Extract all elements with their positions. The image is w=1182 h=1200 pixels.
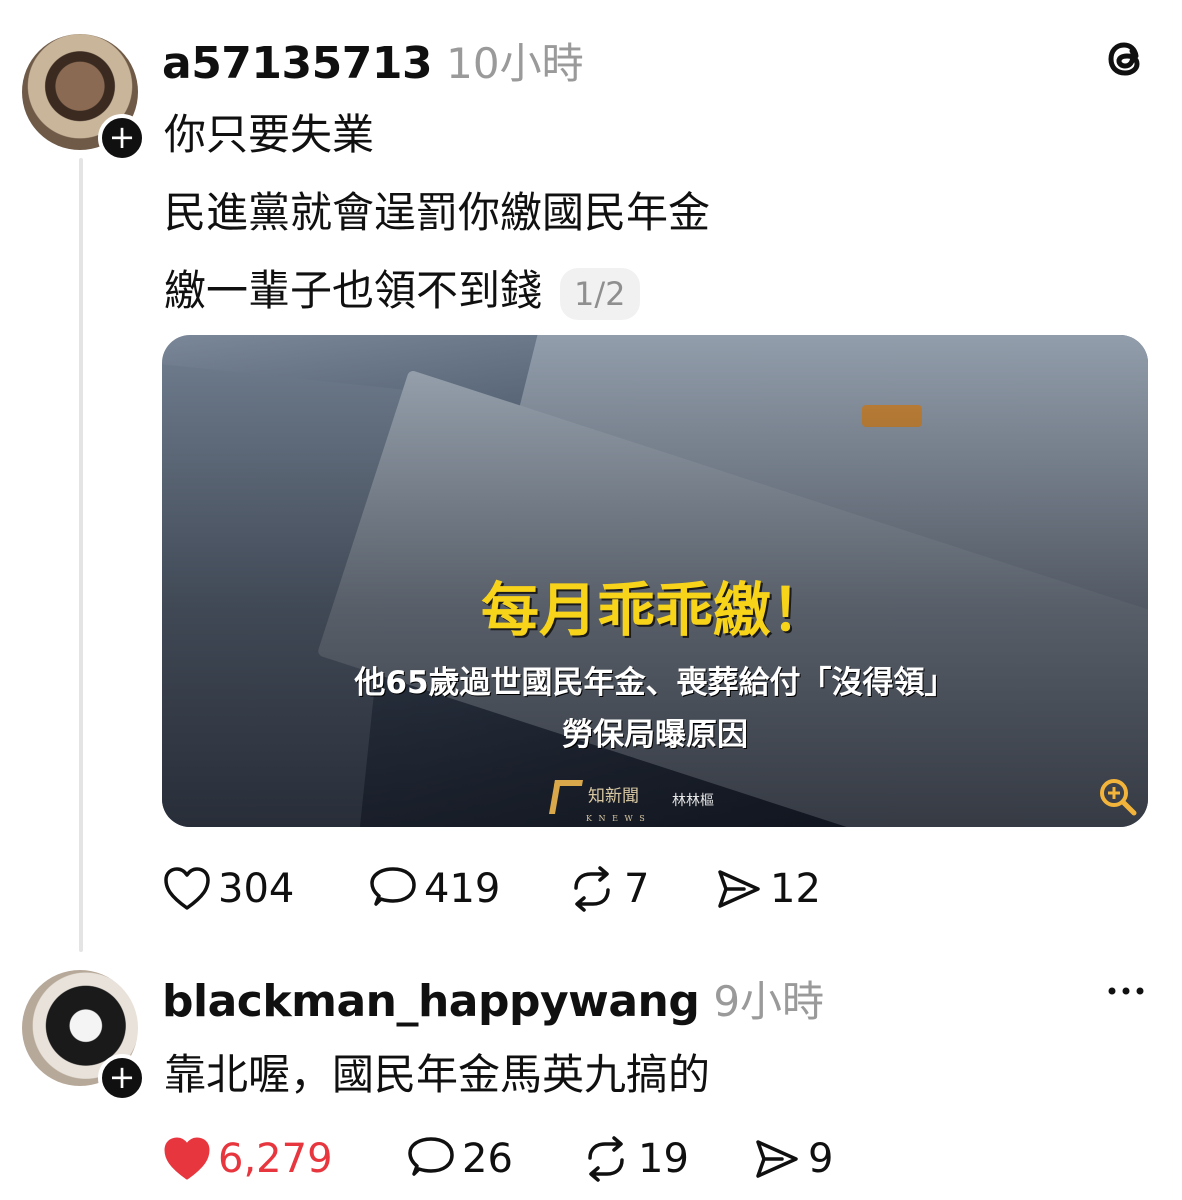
post-text-line: 你只要失業 — [164, 110, 375, 159]
share-icon — [756, 1140, 798, 1178]
repost-count: 19 — [638, 1136, 689, 1182]
post-text-line-with-pager: 繳一輩子也領不到錢 1/2 — [164, 252, 710, 330]
share-count: 9 — [808, 1136, 834, 1182]
brand-logo: 知新聞 K N E W S — [549, 780, 647, 823]
image-subline: 勞保局曝原因 — [562, 717, 748, 753]
like-button-liked[interactable]: 6,279 — [162, 1136, 333, 1182]
repost-icon — [588, 1136, 624, 1182]
post-image[interactable]: 每月乖乖繳！ 他65歲過世國民年金、喪葬給付「沒得領」 勞保局曝原因 知新聞 K… — [162, 335, 1148, 827]
comment-count: 26 — [462, 1136, 513, 1182]
comment-count: 419 — [424, 866, 501, 912]
follow-plus-icon[interactable]: + — [98, 1054, 146, 1102]
timestamp: 9小時 — [713, 977, 825, 1026]
share-button[interactable]: 12 — [714, 866, 821, 912]
heart-icon — [164, 867, 210, 910]
post-body: 你只要失業 民進黨就會逞罰你繳國民年金 繳一輩子也領不到錢 1/2 — [164, 96, 710, 330]
repost-count: 7 — [624, 866, 650, 912]
comment-icon — [408, 1137, 454, 1176]
post-header: a57135713 10小時 — [162, 30, 584, 90]
comment-button[interactable]: 419 — [368, 866, 500, 912]
repost-button[interactable]: 7 — [566, 866, 649, 912]
heart-icon — [164, 1137, 210, 1180]
image-author: 林林樞 — [672, 793, 714, 809]
brand-name: 知新聞 — [588, 786, 639, 807]
repost-icon — [574, 866, 610, 912]
reply-text: 靠北喔，國民年金馬英九搞的 — [164, 1050, 711, 1099]
more-options-icon[interactable] — [1104, 976, 1148, 1006]
username[interactable]: blackman_happywang — [162, 976, 700, 1027]
page-indicator[interactable]: 1/2 — [560, 267, 640, 320]
reply-header: blackman_happywang 9小時 — [162, 968, 824, 1028]
threads-logo-icon[interactable] — [1102, 34, 1150, 82]
zoom-icon[interactable] — [1096, 775, 1138, 817]
repost-button[interactable]: 19 — [580, 1136, 689, 1182]
share-button[interactable]: 9 — [752, 1136, 833, 1182]
post-text-line: 民進黨就會逞罰你繳國民年金 — [164, 188, 711, 237]
like-button[interactable]: 304 — [162, 866, 294, 912]
brand-sub: K N E W S — [586, 814, 647, 823]
username[interactable]: a57135713 — [162, 38, 433, 89]
post-text-line: 繳一輩子也領不到錢 — [164, 266, 543, 315]
comment-button[interactable]: 26 — [406, 1136, 513, 1182]
follow-plus-icon[interactable]: + — [98, 114, 146, 162]
share-icon — [718, 870, 760, 908]
timestamp: 10小時 — [446, 39, 584, 88]
like-count: 6,279 — [218, 1136, 333, 1182]
like-count: 304 — [218, 866, 295, 912]
image-headline: 每月乖乖繳！ — [480, 576, 829, 644]
image-subline: 他65歲過世國民年金、喪葬給付「沒得領」 — [354, 665, 956, 701]
share-count: 12 — [770, 866, 821, 912]
comment-icon — [370, 867, 416, 906]
thread-connector-line — [79, 158, 83, 952]
